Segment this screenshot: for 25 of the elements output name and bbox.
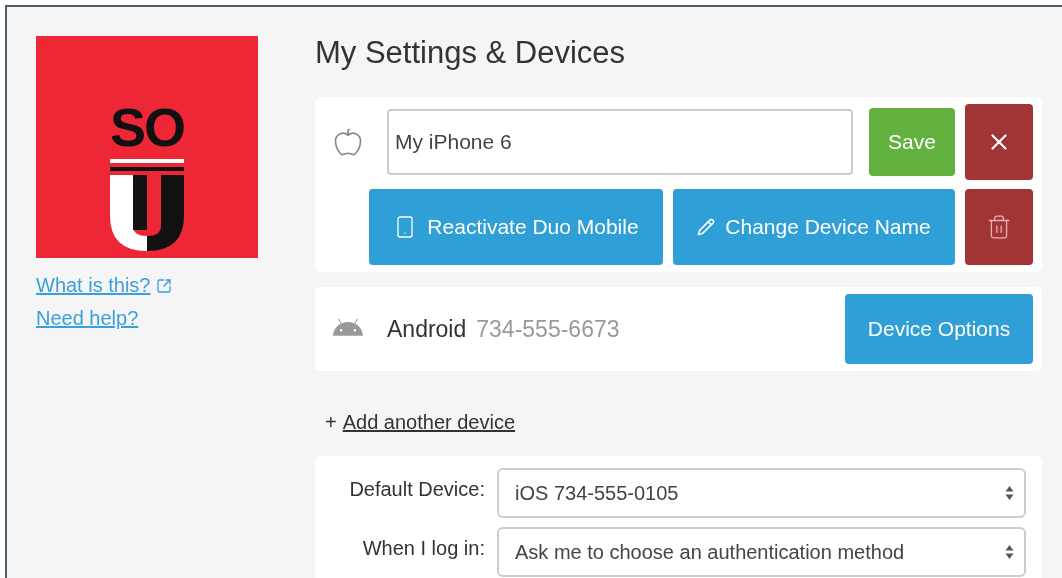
page-title: My Settings & Devices	[315, 35, 627, 71]
close-button[interactable]	[965, 104, 1033, 180]
trash-icon	[986, 214, 1012, 240]
save-button[interactable]: Save	[869, 108, 955, 176]
rename-button[interactable]: Change Device Name	[673, 189, 955, 265]
setting-select[interactable]: iOS 734-555-0105	[497, 468, 1026, 518]
plus-sign: +	[325, 411, 337, 434]
dropdown-arrows-icon	[1005, 544, 1014, 560]
dropdown-arrows-icon	[1005, 485, 1014, 501]
logo: SO	[36, 36, 258, 258]
device-name: Android	[387, 315, 467, 343]
setting-label: Default Device:	[348, 477, 485, 501]
setting-label: When I log in:	[361, 536, 485, 560]
device-options-button[interactable]: Device Options	[845, 294, 1033, 364]
pencil-icon	[697, 218, 716, 236]
reactivate-button[interactable]: Reactivate Duo Mobile	[369, 189, 663, 265]
device-number: 734-555-6673	[476, 315, 620, 343]
help-link[interactable]: Need help?	[36, 307, 139, 330]
external-link-icon	[156, 277, 173, 294]
delete-button[interactable]	[965, 189, 1033, 265]
help-link[interactable]: What is this?	[36, 274, 173, 297]
device-name-field[interactable]: My iPhone 6	[387, 109, 853, 175]
setting-select[interactable]: Ask me to choose an authentication method	[497, 527, 1026, 577]
apple-icon	[333, 127, 363, 157]
add-device-link[interactable]: Add another device	[342, 411, 516, 434]
